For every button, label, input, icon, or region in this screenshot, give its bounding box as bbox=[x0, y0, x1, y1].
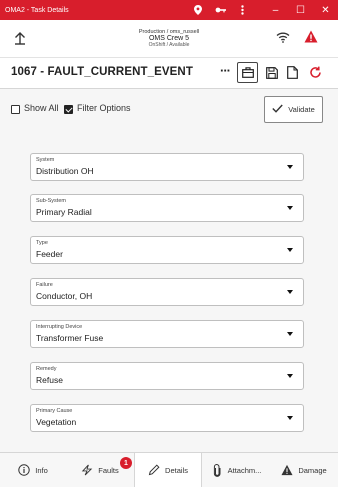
field-label: Type bbox=[36, 240, 48, 246]
warning-icon[interactable] bbox=[304, 30, 322, 46]
interrupting-device-dropdown[interactable]: Interrupting Device Transformer Fuse bbox=[30, 320, 304, 348]
window-title-bar: OMA2 - Task Details – ☐ ✕ bbox=[0, 0, 338, 20]
wifi-icon bbox=[276, 30, 294, 46]
menu-icon[interactable] bbox=[231, 0, 253, 20]
field-value: Conductor, OH bbox=[36, 291, 93, 301]
field-label: Interrupting Device bbox=[36, 324, 83, 330]
task-title-bar: 1067 - FAULT_CURRENT_EVENT ··· bbox=[0, 58, 338, 89]
type-dropdown[interactable]: Type Feeder bbox=[30, 236, 304, 264]
chevron-down-icon bbox=[287, 416, 293, 420]
validate-button[interactable]: Validate bbox=[264, 96, 323, 123]
remedy-dropdown[interactable]: Remedy Refuse bbox=[30, 362, 304, 390]
lightning-icon bbox=[81, 464, 93, 476]
save-icon[interactable] bbox=[261, 62, 282, 83]
close-button[interactable]: ✕ bbox=[313, 0, 338, 20]
maximize-button[interactable]: ☐ bbox=[288, 0, 313, 20]
system-dropdown[interactable]: System Distribution OH bbox=[30, 153, 304, 181]
checkmark-icon bbox=[272, 104, 283, 115]
primary-cause-dropdown[interactable]: Primary Cause Vegetation bbox=[30, 404, 304, 432]
location-icon[interactable] bbox=[187, 0, 209, 20]
tab-info-label: Info bbox=[35, 465, 48, 475]
chevron-down-icon bbox=[287, 248, 293, 252]
crew-status: Production / oms_russell OMS Crew 5 OnSh… bbox=[90, 29, 248, 48]
details-form: System Distribution OH Sub-System Primar… bbox=[0, 129, 338, 452]
window-title: OMA2 - Task Details bbox=[5, 6, 69, 14]
chevron-down-icon bbox=[287, 165, 293, 169]
tab-details[interactable]: Details bbox=[134, 453, 202, 487]
field-value: Refuse bbox=[36, 375, 63, 385]
field-value: Transformer Fuse bbox=[36, 333, 104, 343]
show-all-checkbox[interactable] bbox=[11, 105, 20, 114]
field-value: Primary Radial bbox=[36, 207, 92, 217]
chevron-down-icon bbox=[287, 290, 293, 294]
key-icon[interactable] bbox=[209, 0, 231, 20]
info-icon bbox=[18, 464, 30, 476]
more-menu-button[interactable]: ··· bbox=[220, 63, 231, 78]
sub-system-dropdown[interactable]: Sub-System Primary Radial bbox=[30, 194, 304, 222]
minimize-button[interactable]: – bbox=[263, 0, 288, 20]
paperclip-icon bbox=[211, 463, 223, 477]
tab-attachments[interactable]: Attachm... bbox=[202, 453, 270, 487]
tab-faults-label: Faults bbox=[98, 465, 119, 475]
pencil-icon bbox=[148, 464, 160, 476]
field-value: Feeder bbox=[36, 249, 63, 259]
filter-options-checkbox[interactable] bbox=[64, 105, 73, 114]
field-value: Distribution OH bbox=[36, 166, 94, 176]
warning-icon bbox=[281, 464, 293, 476]
field-label: Remedy bbox=[36, 366, 57, 372]
faults-count-badge: 1 bbox=[120, 457, 132, 469]
field-label: Sub-System bbox=[36, 198, 66, 204]
field-label: System bbox=[36, 157, 55, 163]
tab-info[interactable]: Info bbox=[0, 453, 66, 487]
validate-label: Validate bbox=[288, 105, 315, 114]
task-title: 1067 - FAULT_CURRENT_EVENT bbox=[11, 66, 193, 78]
app-header: Production / oms_russell OMS Crew 5 OnSh… bbox=[0, 20, 338, 58]
tab-details-label: Details bbox=[165, 465, 188, 475]
back-arrow-icon[interactable] bbox=[11, 29, 29, 47]
briefcase-icon[interactable] bbox=[237, 62, 258, 83]
show-all-label[interactable]: Show All bbox=[24, 103, 59, 113]
field-label: Failure bbox=[36, 282, 53, 288]
tab-damage[interactable]: Damage bbox=[270, 453, 338, 487]
failure-dropdown[interactable]: Failure Conductor, OH bbox=[30, 278, 304, 306]
chevron-down-icon bbox=[287, 206, 293, 210]
tab-attachments-label: Attachm... bbox=[227, 465, 262, 475]
document-icon[interactable] bbox=[282, 62, 303, 83]
bottom-tab-bar: Info Faults 1 Details Attachm... Damage bbox=[0, 452, 338, 487]
tab-damage-label: Damage bbox=[298, 465, 327, 475]
chevron-down-icon bbox=[287, 332, 293, 336]
crew-availability: OnShift / Available bbox=[148, 41, 190, 48]
field-value: Vegetation bbox=[36, 417, 77, 427]
chevron-down-icon bbox=[287, 374, 293, 378]
refresh-icon[interactable] bbox=[305, 62, 326, 83]
field-label: Primary Cause bbox=[36, 408, 73, 414]
filter-options-label[interactable]: Filter Options bbox=[77, 103, 131, 113]
